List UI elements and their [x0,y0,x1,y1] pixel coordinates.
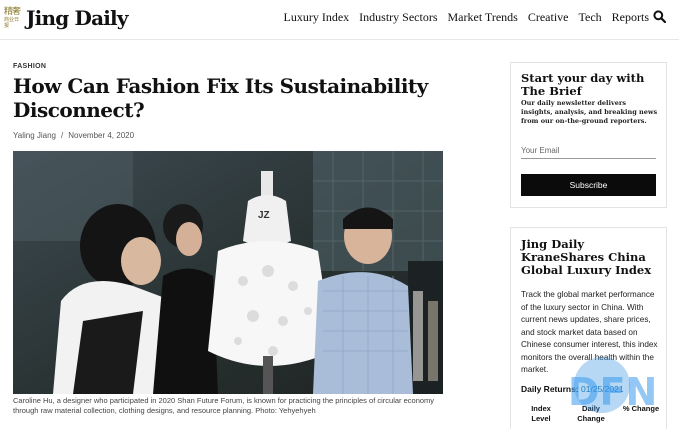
article-hero-image: JZ [13,151,443,394]
index-title[interactable]: Jing Daily KraneShares China Global Luxu… [521,238,661,277]
column-index-level: Index Level [531,404,551,423]
site-header: 精奢 商业日报 Jing Daily Luxury Index Industry… [0,0,679,40]
logo-chinese-small: 商业日报 [4,16,20,29]
nav-luxury-index[interactable]: Luxury Index [284,10,350,25]
main-nav: Luxury Index Industry Sectors Market Tre… [284,10,649,25]
article-title: How Can Fashion Fix Its Sustainability D… [13,74,428,122]
site-logo[interactable]: 精奢 商业日报 Jing Daily [4,6,128,30]
article-author[interactable]: Yaling Jiang [13,131,56,140]
nav-creative[interactable]: Creative [528,10,569,25]
nav-industry-sectors[interactable]: Industry Sectors [359,10,437,25]
image-caption: Caroline Hu, a designer who participated… [13,396,435,415]
nav-reports[interactable]: Reports [612,10,649,25]
newsletter-title: Start your day with The Brief [521,71,645,98]
dfn-watermark: DFN [568,357,657,414]
nav-market-trends[interactable]: Market Trends [448,10,518,25]
logo-mark: 精奢 商业日报 [4,6,23,29]
hero-photo-illustration: JZ [13,151,443,394]
nav-tech[interactable]: Tech [579,10,602,25]
subscribe-button[interactable]: Subscribe [521,174,656,196]
logo-text: Jing Daily [26,6,128,30]
newsletter-widget: Start your day with The Brief Our daily … [510,62,667,208]
article-byline: Yaling Jiang / November 4, 2020 [13,131,134,140]
article-category[interactable]: FASHION [13,63,46,70]
watermark-text: DFN [568,370,657,414]
logo-chinese: 精奢 [4,6,21,17]
newsletter-description: Our daily newsletter delivers insights, … [521,99,658,125]
email-field[interactable] [521,142,656,159]
dress-form-tag: JZ [258,210,270,221]
search-icon[interactable] [653,10,666,23]
article-date: November 4, 2020 [68,131,135,140]
byline-separator: / [61,131,64,140]
